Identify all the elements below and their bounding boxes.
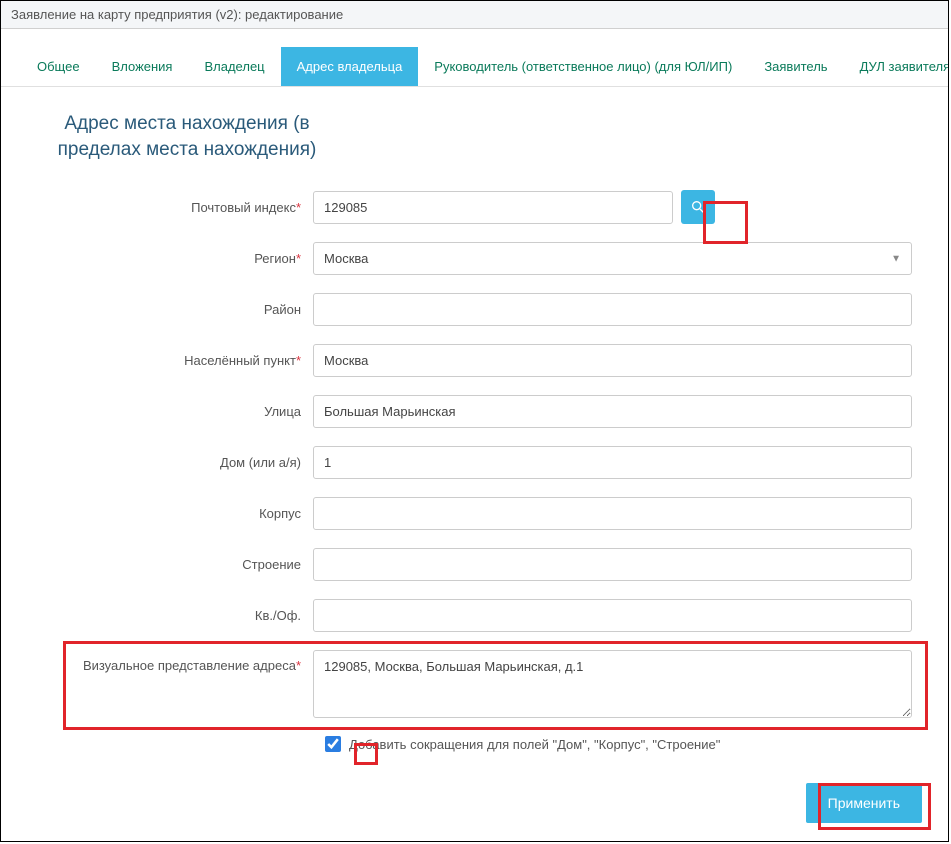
label-visual: Визуальное представление адреса*	[37, 650, 313, 673]
label-region: Регион*	[37, 251, 313, 266]
row-visual: Визуальное представление адреса*	[37, 650, 912, 718]
row-region: Регион* Москва ▼	[37, 242, 912, 275]
row-postal-index: Почтовый индекс*	[37, 190, 912, 224]
search-index-button[interactable]	[681, 190, 715, 224]
row-house: Дом (или а/я)	[37, 446, 912, 479]
tab-applicant[interactable]: Заявитель	[748, 47, 843, 86]
row-building: Корпус	[37, 497, 912, 530]
row-district: Район	[37, 293, 912, 326]
region-value: Москва	[324, 251, 368, 266]
search-icon	[690, 199, 706, 215]
building-input[interactable]	[313, 497, 912, 530]
row-locality: Населённый пункт*	[37, 344, 912, 377]
house-input[interactable]	[313, 446, 912, 479]
shortcuts-label: Добавить сокращения для полей "Дом", "Ко…	[349, 737, 720, 752]
postal-index-input[interactable]	[313, 191, 673, 224]
tab-general[interactable]: Общее	[21, 47, 96, 86]
tab-responsible[interactable]: Руководитель (ответственное лицо) (для Ю…	[418, 47, 748, 86]
tab-attachments[interactable]: Вложения	[96, 47, 189, 86]
edit-window: Заявление на карту предприятия (v2): ред…	[0, 0, 949, 842]
tab-owner-address[interactable]: Адрес владельца	[281, 47, 419, 86]
form-content: Адрес места нахождения (в пределах места…	[1, 87, 948, 762]
tabs-bar: Общее Вложения Владелец Адрес владельца …	[1, 47, 948, 87]
window-title: Заявление на карту предприятия (v2): ред…	[1, 1, 948, 29]
apply-button[interactable]: Применить	[806, 783, 922, 823]
label-house: Дом (или а/я)	[37, 455, 313, 470]
tab-applicant-id[interactable]: ДУЛ заявителя	[844, 47, 948, 86]
row-structure: Строение	[37, 548, 912, 581]
visual-address-textarea[interactable]	[313, 650, 912, 718]
row-street: Улица	[37, 395, 912, 428]
label-locality: Населённый пункт*	[37, 353, 313, 368]
tab-owner[interactable]: Владелец	[188, 47, 280, 86]
label-district: Район	[37, 302, 313, 317]
label-postal-index: Почтовый индекс*	[37, 200, 313, 215]
street-input[interactable]	[313, 395, 912, 428]
structure-input[interactable]	[313, 548, 912, 581]
label-structure: Строение	[37, 557, 313, 572]
district-input[interactable]	[313, 293, 912, 326]
label-building: Корпус	[37, 506, 313, 521]
region-select[interactable]: Москва ▼	[313, 242, 912, 275]
section-title: Адрес места нахождения (в пределах места…	[37, 111, 337, 162]
label-apt: Кв./Оф.	[37, 608, 313, 623]
chevron-down-icon: ▼	[891, 253, 901, 264]
row-apt: Кв./Оф.	[37, 599, 912, 632]
locality-input[interactable]	[313, 344, 912, 377]
apt-input[interactable]	[313, 599, 912, 632]
row-shortcuts: Добавить сокращения для полей "Дом", "Ко…	[325, 736, 912, 752]
shortcuts-checkbox[interactable]	[325, 736, 341, 752]
label-street: Улица	[37, 404, 313, 419]
